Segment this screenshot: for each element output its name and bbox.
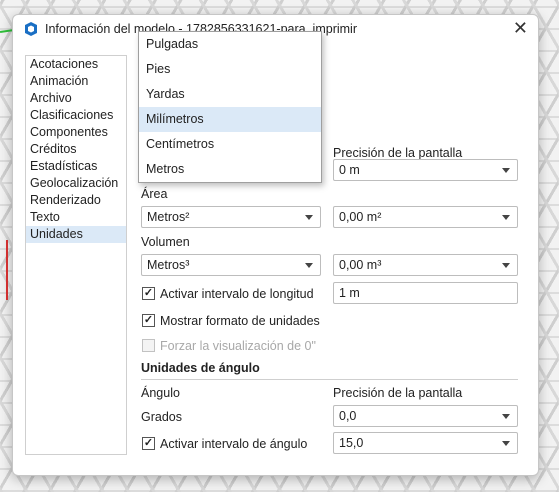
close-icon[interactable]: ✕: [513, 18, 528, 38]
volume-precision-select[interactable]: 0,00 m³: [333, 254, 518, 276]
length-snap-input[interactable]: 1 m: [333, 282, 518, 304]
sidebar-item[interactable]: Estadísticas: [26, 158, 126, 175]
divider: [141, 379, 518, 380]
sketchup-icon: [25, 22, 37, 36]
chevron-down-icon: [502, 263, 510, 268]
angle-precision-label: Precisión de la pantalla: [333, 386, 463, 400]
dropdown-option[interactable]: Centímetros: [139, 132, 321, 157]
chevron-down-icon: [305, 215, 313, 220]
dropdown-option[interactable]: Milímetros: [139, 107, 321, 132]
show-format-checkbox[interactable]: ✓: [142, 314, 155, 327]
dropdown-option[interactable]: Pulgadas: [139, 32, 321, 57]
length-precision-select[interactable]: 0 m: [333, 159, 518, 181]
area-precision-select[interactable]: 0,00 m²: [333, 206, 518, 228]
sidebar-item[interactable]: Archivo: [26, 90, 126, 107]
area-precision-value: 0,00 m²: [339, 210, 382, 224]
area-label: Área: [141, 187, 168, 201]
length-snap-label: Activar intervalo de longitud: [160, 287, 314, 301]
sidebar-item[interactable]: Animación: [26, 73, 126, 90]
chevron-down-icon: [502, 441, 510, 446]
degrees-label: Grados: [141, 410, 182, 424]
sidebar-item[interactable]: Unidades: [26, 226, 126, 243]
check-icon: ✓: [143, 437, 154, 449]
force-display-label: Forzar la visualización de 0": [160, 339, 316, 353]
sidebar-item[interactable]: Créditos: [26, 141, 126, 158]
angle-precision-select[interactable]: 0,0: [333, 405, 518, 427]
check-icon: ✓: [143, 287, 154, 299]
length-unit-dropdown-menu: Pulgadas Pies Yardas Milímetros Centímetros M…: [138, 31, 322, 183]
angle-snap-checkbox[interactable]: ✓: [142, 437, 155, 450]
area-unit-select[interactable]: Metros²: [141, 206, 321, 228]
length-snap-checkbox[interactable]: ✓: [142, 287, 155, 300]
force-display-checkbox[interactable]: [142, 339, 155, 352]
angle-snap-value: 15,0: [339, 436, 364, 450]
angle-snap-label: Activar intervalo de ángulo: [160, 437, 308, 451]
area-unit-value: Metros²: [147, 210, 190, 224]
sidebar-item[interactable]: Acotaciones: [26, 56, 126, 73]
length-snap-value: 1 m: [339, 286, 360, 300]
volume-unit-value: Metros³: [147, 258, 190, 272]
length-precision-label: Precisión de la pantalla: [333, 146, 463, 160]
length-precision-value: 0 m: [339, 163, 360, 177]
category-list: Acotaciones Animación Archivo Clasificacion…: [25, 55, 127, 455]
sidebar-item[interactable]: Componentes: [26, 124, 126, 141]
chevron-down-icon: [305, 263, 313, 268]
sidebar-item[interactable]: Renderizado: [26, 192, 126, 209]
sidebar-item[interactable]: Clasificaciones: [26, 107, 126, 124]
show-format-label: Mostrar formato de unidades: [160, 314, 320, 328]
chevron-down-icon: [502, 215, 510, 220]
angle-precision-value: 0,0: [339, 409, 357, 423]
chevron-down-icon: [502, 168, 510, 173]
angle-section-title: Unidades de ángulo: [141, 361, 260, 375]
angle-label: Ángulo: [141, 386, 180, 400]
dropdown-option[interactable]: Pies: [139, 57, 321, 82]
sidebar-item[interactable]: Texto: [26, 209, 126, 226]
volume-label: Volumen: [141, 235, 190, 249]
volume-unit-select[interactable]: Metros³: [141, 254, 321, 276]
sidebar-item[interactable]: Geolocalización: [26, 175, 126, 192]
volume-precision-value: 0,00 m³: [339, 258, 382, 272]
angle-snap-select[interactable]: 15,0: [333, 432, 518, 454]
check-icon: ✓: [143, 314, 154, 326]
dropdown-option[interactable]: Metros: [139, 157, 321, 182]
chevron-down-icon: [502, 414, 510, 419]
dropdown-option[interactable]: Yardas: [139, 82, 321, 107]
red-axis-line: [6, 240, 8, 300]
